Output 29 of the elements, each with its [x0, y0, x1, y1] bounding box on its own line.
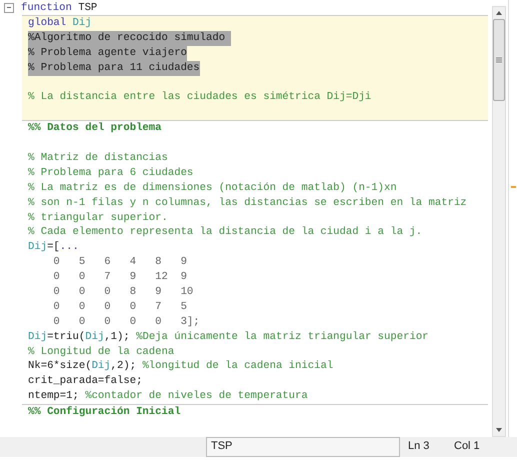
column-number: Col 1	[454, 439, 480, 454]
code-line: % triangular superior.	[28, 210, 168, 226]
code-line: crit_parada=false;	[28, 374, 142, 390]
code-line: global Dij	[28, 16, 92, 31]
code-line: 0 0 7 9 12 9	[52, 270, 187, 286]
scroll-thumb[interactable]	[493, 19, 505, 101]
marker-icon	[511, 186, 516, 188]
line-number: Ln 3	[408, 439, 430, 454]
code-line: % La matriz es de dimensiones (notación de matlab) (n-1)xn	[28, 180, 397, 196]
code-line: Dij=[...	[28, 240, 79, 256]
code-line: % Cada elemento representa la distancia de la ciudad i a la j.	[28, 225, 422, 240]
code-line: function TSP	[21, 2, 98, 14]
file-name: TSP	[206, 437, 400, 457]
code-line: 0 0 0 8 9 10	[52, 285, 194, 300]
code-line: % La distancia entre las ciudades es simétrica Dij=Dji	[28, 90, 372, 106]
code-line: % Matriz de distancias	[28, 151, 168, 166]
code-line: Nk=6*size(Dij,2); %longitud de la cadena inicial	[28, 359, 334, 374]
code-line: 0 0 0 0 7 5	[52, 300, 187, 315]
fold-icon[interactable]	[4, 2, 14, 12]
code-line: ntemp=1; %contador de niveles de temperatura	[28, 389, 308, 404]
code-line: %% Datos del problema	[28, 121, 162, 136]
code-line: %% Configuración Inicial	[28, 405, 181, 420]
code-line: Dij=triu(Dij,1); %Deja únicamente la matriz triangular superior	[28, 330, 429, 345]
code-line: 0 5 6 4 8 9	[52, 255, 187, 270]
code-line: % son n-1 filas y n columnas, las distancias se escriben en la matriz	[28, 196, 467, 211]
scrollbar[interactable]	[492, 6, 506, 437]
code-line: % Longitud de la cadena	[28, 344, 174, 360]
code-line: % Problema para 6 ciudades	[28, 166, 194, 181]
code-line: 0 0 0 0 0 3];	[52, 314, 200, 330]
